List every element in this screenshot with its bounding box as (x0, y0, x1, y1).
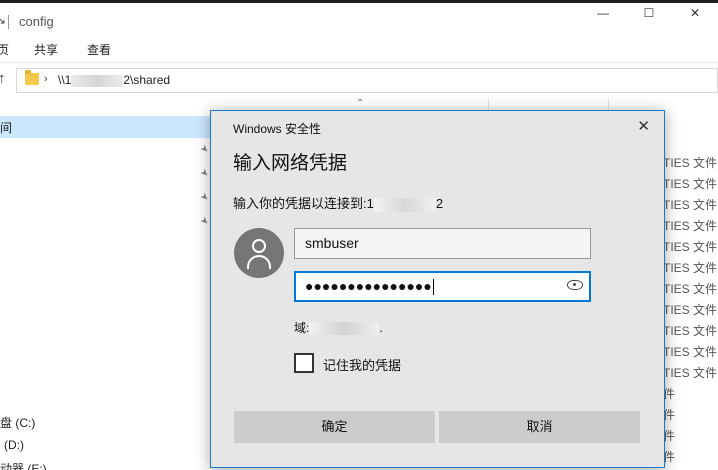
tab-share[interactable]: 共享 (34, 41, 58, 58)
credentials-dialog: Windows 安全性 ✕ 输入网络凭据 输入你的凭据以连接到:1 2 smbus… (210, 110, 665, 468)
domain-label: 域:. (294, 321, 383, 336)
close-window-button[interactable]: ✕ (672, 3, 718, 27)
maximize-button[interactable]: ☐ (626, 3, 672, 27)
dialog-subtitle: 输入你的凭据以连接到:1 2 (233, 196, 444, 212)
redacted-domain (309, 322, 380, 336)
cancel-button[interactable]: 取消 (439, 411, 640, 443)
ribbon: 页 共享 查看 (0, 35, 718, 63)
text-caret (432, 279, 434, 296)
tab-view[interactable]: 查看 (87, 41, 111, 58)
quick-access-icon: ↘ (0, 13, 7, 27)
address-path: \\1 2\shared (58, 73, 171, 87)
folder-icon (25, 70, 39, 85)
sort-ascending-icon: ⌃ (356, 98, 365, 109)
type-cell: TIES 文件 (663, 219, 718, 233)
password-value: ●●●●●●●●●●●●●●● (305, 278, 432, 294)
tab-home[interactable]: 页 (0, 41, 9, 58)
address-row: ↑ › \\1 2\shared (0, 64, 718, 98)
type-cell: TIES 文件 (663, 345, 718, 359)
pin-icon: ➤ (197, 190, 212, 205)
explorer-title-bar: ↘ config — ☐ ✕ (0, 3, 718, 35)
title-separator (8, 15, 9, 29)
type-cell: TIES 文件 (663, 366, 718, 380)
redacted-ip (71, 74, 124, 87)
ok-button[interactable]: 确定 (234, 411, 435, 443)
username-input[interactable]: smbuser (294, 228, 591, 259)
type-cell: TIES 文件 (663, 303, 718, 317)
minimize-button[interactable]: — (580, 3, 626, 27)
remember-credentials-label: 记住我的凭据 (323, 358, 402, 373)
nav-item-drive-e[interactable]: 动器 (E:) (0, 460, 47, 470)
pin-icon: ➤ (197, 166, 212, 181)
username-value: smbuser (305, 235, 359, 251)
dialog-caption: Windows 安全性 (233, 122, 322, 136)
chevron-right-icon[interactable]: › (44, 73, 48, 85)
window-title: config (19, 14, 54, 29)
pin-icon: ➤ (197, 214, 212, 229)
reveal-password-eye-icon[interactable] (567, 280, 583, 290)
window-controls: — ☐ ✕ (580, 3, 718, 27)
type-cell: TIES 文件 (663, 156, 718, 170)
type-cell: TIES 文件 (663, 282, 718, 296)
type-cell: TIES 文件 (663, 261, 718, 275)
remember-credentials-checkbox[interactable] (294, 353, 314, 373)
type-cell: TIES 文件 (663, 177, 718, 191)
nav-item-drive-d[interactable]: (D:) (4, 438, 24, 452)
type-cell: TIES 文件 (663, 240, 718, 254)
user-avatar-icon (234, 228, 284, 278)
close-icon[interactable]: ✕ (637, 117, 650, 135)
type-cell: TIES 文件 (663, 324, 718, 338)
password-input[interactable]: ●●●●●●●●●●●●●●● (294, 271, 591, 302)
redacted-host (373, 197, 436, 212)
nav-item-selected[interactable]: 间 (0, 116, 210, 138)
dialog-heading: 输入网络凭据 (233, 153, 348, 174)
navigation-pane: 间 ➤ ➤ ➤ ➤ 盘 (C:) (D:) 动器 (E:) (0, 98, 212, 470)
pin-icon: ➤ (197, 142, 212, 157)
address-bar[interactable]: › \\1 2\shared (16, 68, 718, 93)
nav-item-drive-c[interactable]: 盘 (C:) (0, 414, 35, 431)
type-cell: TIES 文件 (663, 198, 718, 212)
up-arrow-icon[interactable]: ↑ (0, 70, 6, 87)
